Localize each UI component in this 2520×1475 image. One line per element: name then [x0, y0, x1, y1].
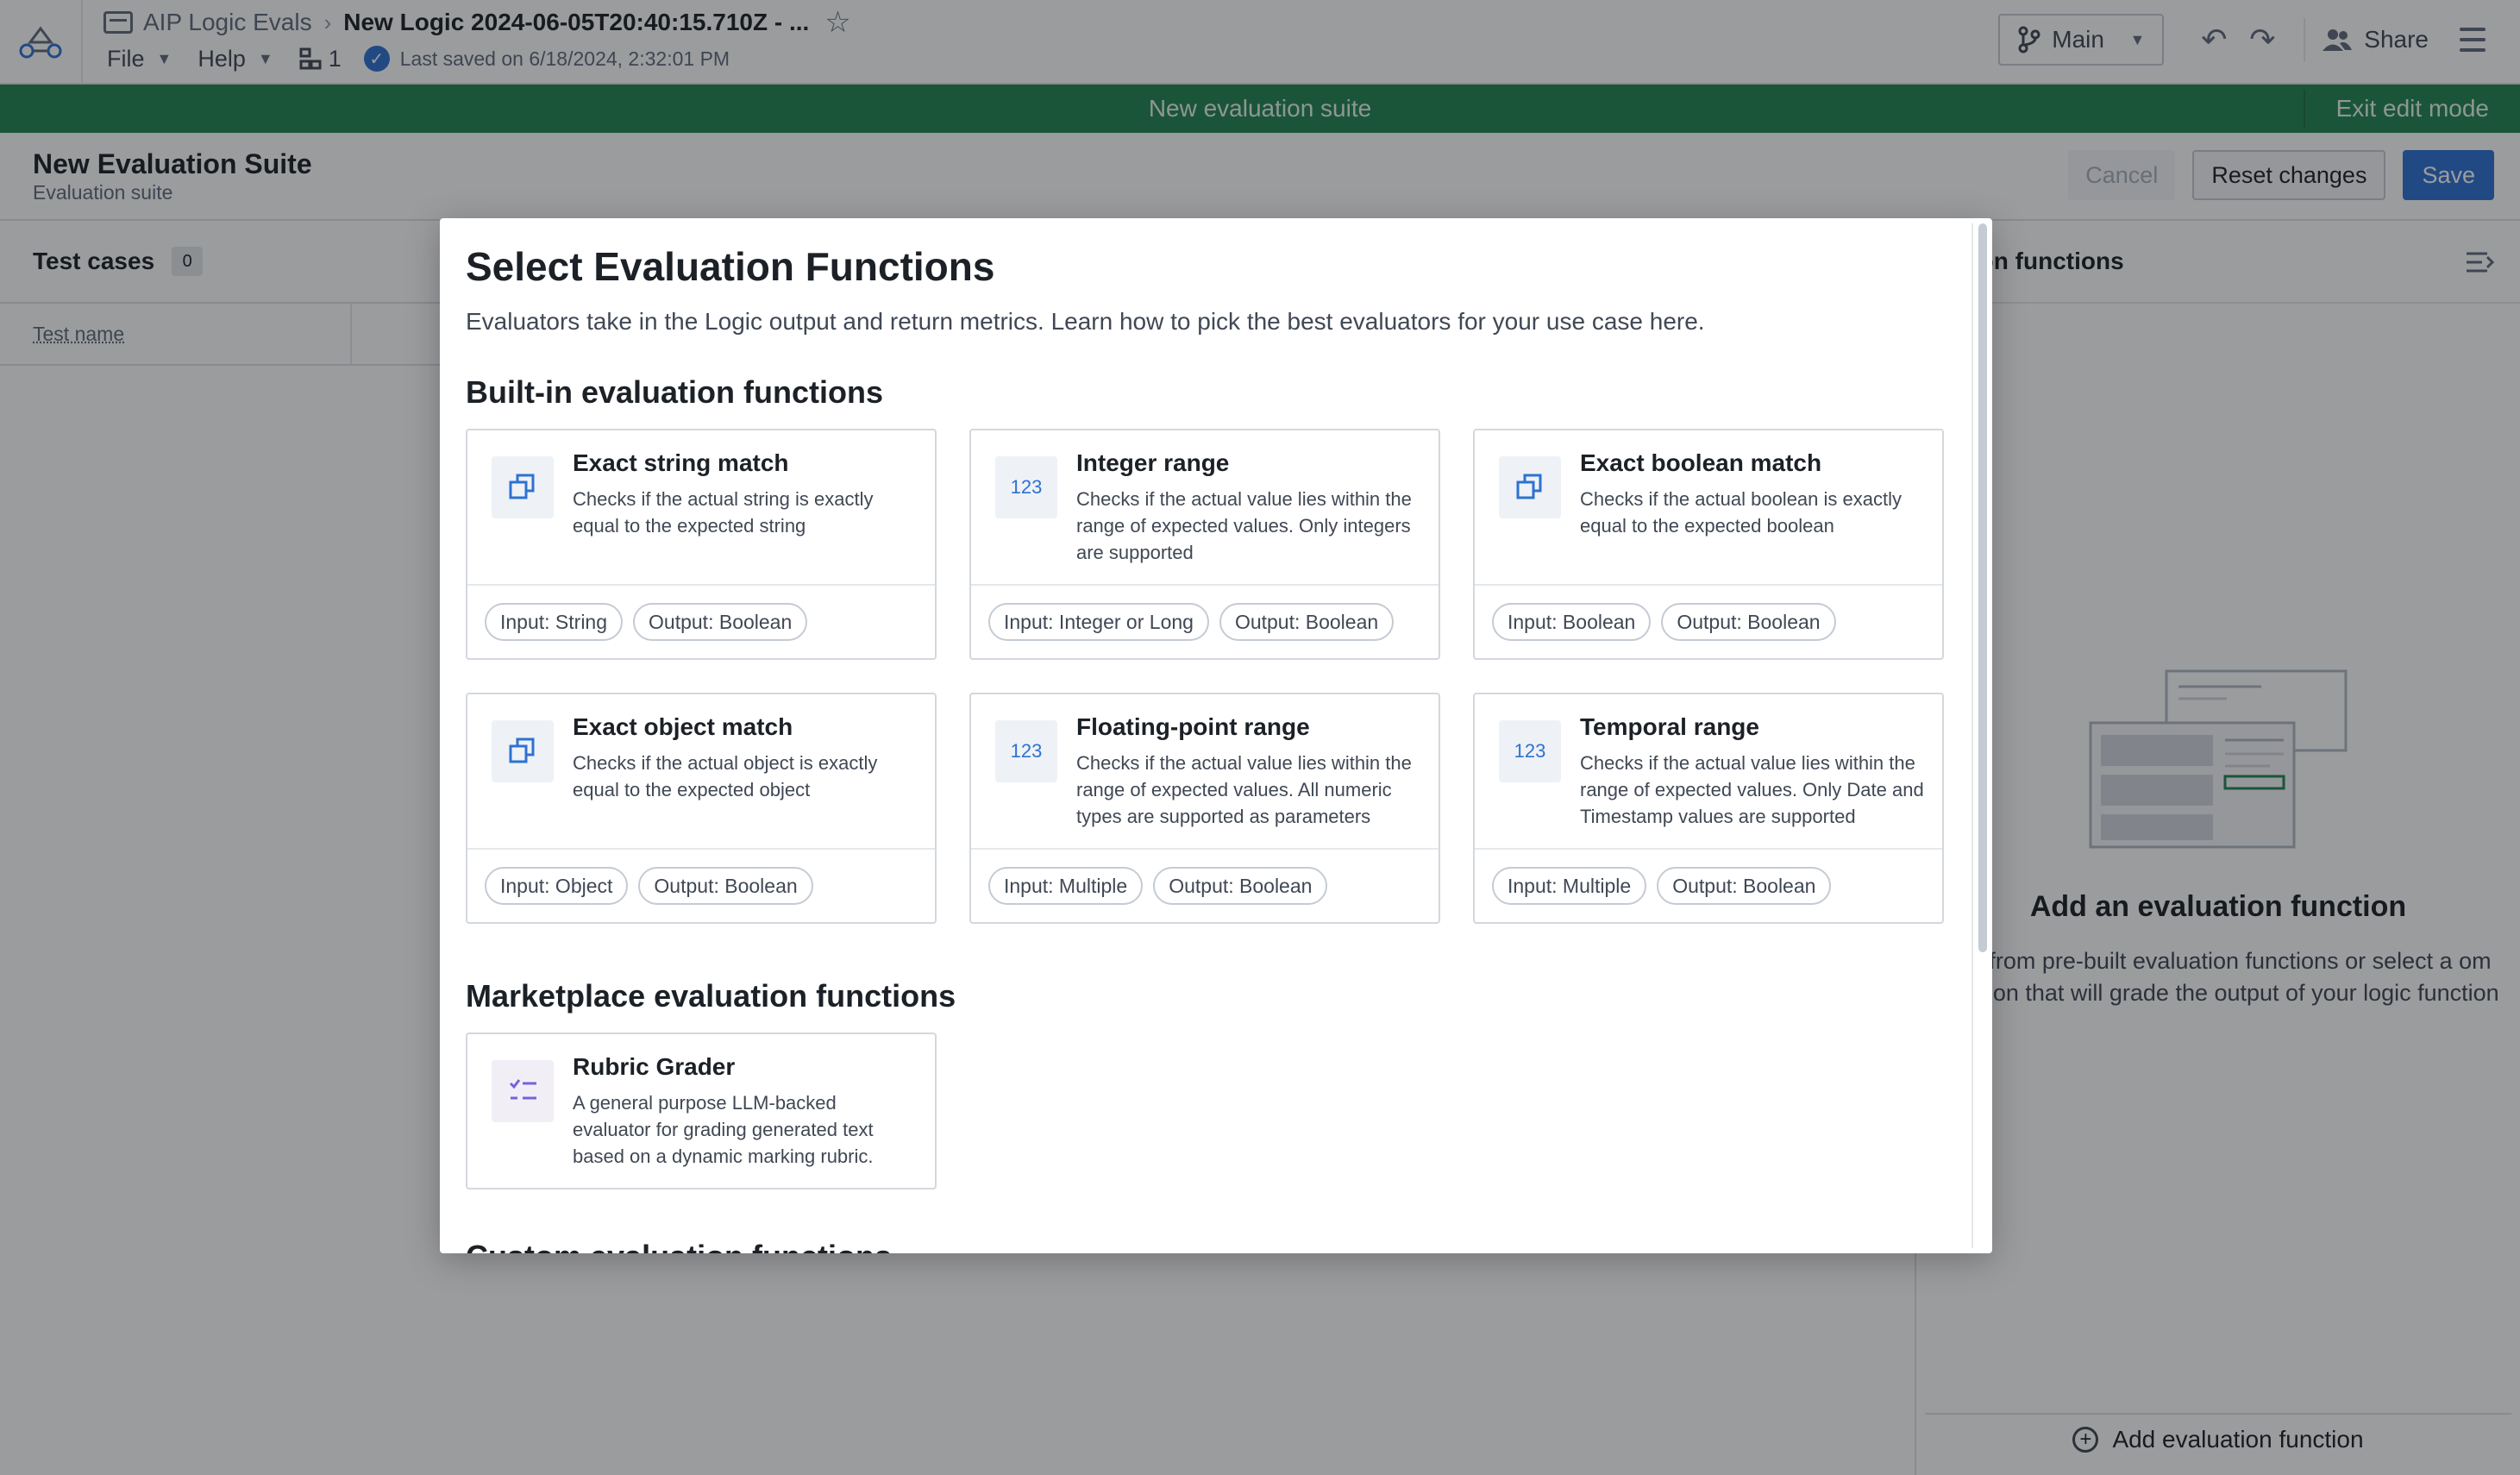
function-card-exact-string-match[interactable]: Exact string match Checks if the actual …: [466, 429, 937, 660]
select-evaluation-functions-dialog: Select Evaluation Functions Evaluators t…: [440, 218, 1992, 1253]
card-title: Exact object match: [573, 713, 793, 740]
output-tag: Output: Boolean: [638, 867, 813, 905]
input-tag: Input: Multiple: [988, 867, 1144, 905]
card-title: Integer range: [1076, 449, 1230, 476]
scrollbar-thumb[interactable]: [1978, 223, 1987, 952]
card-tags: Input: Multiple Output: Boolean: [988, 867, 1328, 905]
dialog-body: Select Evaluation Functions Evaluators t…: [440, 218, 1966, 1253]
card-description: A general purpose LLM-backed evaluator f…: [573, 1092, 874, 1167]
checklist-icon: [492, 1060, 554, 1122]
output-tag: Output: Boolean: [633, 603, 808, 641]
card-tags: Input: Object Output: Boolean: [485, 867, 813, 905]
card-description: Checks if the actual value lies within t…: [1076, 488, 1412, 563]
input-tag: Input: Integer or Long: [988, 603, 1209, 641]
card-title: Exact string match: [573, 449, 789, 476]
builtin-section-title: Built-in evaluation functions: [466, 374, 883, 410]
input-tag: Input: Object: [485, 867, 629, 905]
card-body: Exact object match Checks if the actual …: [467, 694, 935, 850]
card-description: Checks if the actual value lies within t…: [1076, 752, 1412, 827]
dialog-title: Select Evaluation Functions: [466, 244, 995, 289]
dialog-description: Evaluators take in the Logic output and …: [466, 308, 1705, 335]
card-tags: Input: Integer or Long Output: Boolean: [988, 603, 1395, 641]
function-card-rubric-grader[interactable]: Rubric Grader A general purpose LLM-back…: [466, 1032, 937, 1189]
output-tag: Output: Boolean: [1661, 603, 1836, 641]
card-body: 123 Temporal range Checks if the actual …: [1475, 694, 1942, 850]
copy-icon: [492, 456, 554, 518]
builtin-functions-grid: Exact string match Checks if the actual …: [466, 429, 1944, 924]
custom-section-title: Custom evaluation functions: [466, 1236, 1940, 1253]
dialog-scrollbar[interactable]: [1971, 223, 1987, 1248]
function-card-integer-range[interactable]: 123 Integer range Checks if the actual v…: [969, 429, 1440, 660]
input-tag: Input: Boolean: [1492, 603, 1652, 641]
function-card-floating-point-range[interactable]: 123 Floating-point range Checks if the a…: [969, 693, 1440, 924]
card-title: Exact boolean match: [1580, 449, 1822, 476]
output-tag: Output: Boolean: [1153, 867, 1328, 905]
input-tag: Input: Multiple: [1492, 867, 1647, 905]
card-description: Checks if the actual object is exactly e…: [573, 752, 878, 800]
card-body: Exact boolean match Checks if the actual…: [1475, 430, 1942, 586]
function-card-exact-object-match[interactable]: Exact object match Checks if the actual …: [466, 693, 937, 924]
card-description: Checks if the actual string is exactly e…: [573, 488, 874, 537]
card-title: Temporal range: [1580, 713, 1759, 740]
numeric-icon: 123: [995, 720, 1057, 782]
card-body: 123 Floating-point range Checks if the a…: [971, 694, 1439, 850]
numeric-icon: 123: [995, 456, 1057, 518]
output-tag: Output: Boolean: [1657, 867, 1832, 905]
card-body: 123 Integer range Checks if the actual v…: [971, 430, 1439, 586]
output-tag: Output: Boolean: [1219, 603, 1395, 641]
marketplace-section-title: Marketplace evaluation functions: [466, 978, 956, 1014]
function-card-exact-boolean-match[interactable]: Exact boolean match Checks if the actual…: [1473, 429, 1944, 660]
numeric-icon: 123: [1499, 720, 1561, 782]
input-tag: Input: String: [485, 603, 624, 641]
function-card-temporal-range[interactable]: 123 Temporal range Checks if the actual …: [1473, 693, 1944, 924]
card-description: Checks if the actual value lies within t…: [1580, 752, 1924, 827]
copy-icon: [492, 720, 554, 782]
copy-icon: [1499, 456, 1561, 518]
card-tags: Input: Boolean Output: Boolean: [1492, 603, 1836, 641]
card-body: Exact string match Checks if the actual …: [467, 430, 935, 586]
card-title: Floating-point range: [1076, 713, 1310, 740]
card-title: Rubric Grader: [573, 1053, 736, 1080]
card-description: Checks if the actual boolean is exactly …: [1580, 488, 1902, 537]
card-tags: Input: Multiple Output: Boolean: [1492, 867, 1832, 905]
card-tags: Input: String Output: Boolean: [485, 603, 808, 641]
